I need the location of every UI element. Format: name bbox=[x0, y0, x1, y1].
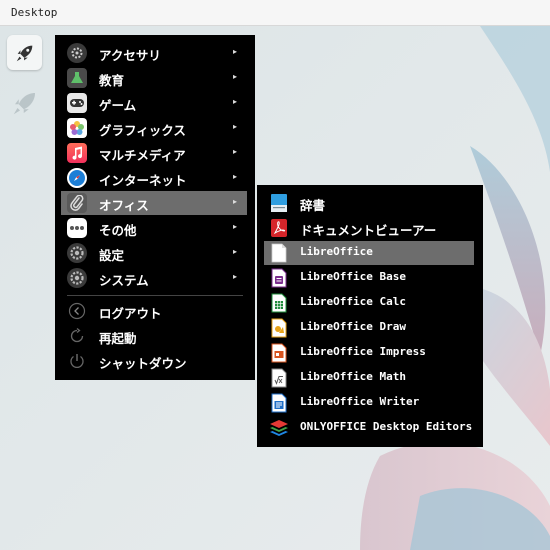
submenu-item-label: ドキュメントビューアー bbox=[300, 223, 437, 238]
libreoffice-draw-icon bbox=[269, 318, 289, 338]
submenu-item-libreoffice-writer[interactable]: LibreOffice Writer bbox=[264, 391, 474, 415]
multimedia-icon bbox=[67, 143, 87, 163]
menu-item-graphics[interactable]: グラフィックス ▸ bbox=[61, 116, 247, 140]
document-viewer-icon bbox=[269, 218, 289, 238]
menu-item-label: 再起動 bbox=[99, 331, 137, 346]
menu-item-other[interactable]: その他 ▸ bbox=[61, 216, 247, 240]
system-icon bbox=[67, 268, 87, 288]
logout-icon bbox=[67, 301, 87, 321]
submenu-item-label: 辞書 bbox=[300, 198, 326, 213]
dictionary-icon bbox=[269, 193, 289, 213]
graphics-icon bbox=[67, 118, 87, 138]
libreoffice-calc-icon bbox=[269, 293, 289, 313]
libreoffice-impress-icon bbox=[269, 343, 289, 363]
submenu-item-dictionary[interactable]: 辞書 bbox=[264, 191, 474, 215]
submenu-item-libreoffice-base[interactable]: LibreOffice Base bbox=[264, 266, 474, 290]
menu-item-label: システム bbox=[99, 273, 149, 288]
menu-item-label: アクセサリ bbox=[99, 48, 161, 63]
submenu-arrow-icon: ▸ bbox=[232, 272, 237, 281]
settings-icon bbox=[67, 243, 87, 263]
submenu-item-label: LibreOffice Writer bbox=[300, 395, 420, 408]
menu-separator bbox=[67, 295, 243, 296]
menu-item-internet[interactable]: インターネット ▸ bbox=[61, 166, 247, 190]
restart-icon bbox=[67, 326, 87, 346]
menu-item-label: シャットダウン bbox=[99, 356, 187, 371]
menu-item-accessories[interactable]: アクセサリ ▸ bbox=[61, 41, 247, 65]
title-bar: Desktop bbox=[0, 0, 550, 26]
submenu-item-label: LibreOffice bbox=[300, 245, 373, 258]
education-icon bbox=[67, 68, 87, 88]
menu-item-label: ゲーム bbox=[99, 98, 137, 113]
menu-item-games[interactable]: ゲーム ▸ bbox=[61, 91, 247, 115]
submenu-item-libreoffice-calc[interactable]: LibreOffice Calc bbox=[264, 291, 474, 315]
submenu-item-onlyoffice[interactable]: ONLYOFFICE Desktop Editors bbox=[264, 416, 474, 440]
internet-icon bbox=[67, 168, 87, 188]
menu-item-settings[interactable]: 設定 ▸ bbox=[61, 241, 247, 265]
submenu-item-label: LibreOffice Draw bbox=[300, 320, 406, 333]
submenu-item-label: ONLYOFFICE Desktop Editors bbox=[300, 420, 473, 433]
submenu-item-libreoffice-impress[interactable]: LibreOffice Impress bbox=[264, 341, 474, 365]
libreoffice-math-icon bbox=[269, 368, 289, 388]
submenu-arrow-icon: ▸ bbox=[232, 147, 237, 156]
submenu-arrow-icon: ▸ bbox=[232, 122, 237, 131]
submenu-arrow-icon: ▸ bbox=[232, 72, 237, 81]
submenu-item-label: LibreOffice Calc bbox=[300, 295, 406, 308]
games-icon bbox=[67, 93, 87, 113]
onlyoffice-icon bbox=[269, 418, 289, 438]
menu-item-label: オフィス bbox=[99, 198, 149, 213]
submenu-item-libreoffice[interactable]: LibreOffice bbox=[264, 241, 474, 265]
submenu-item-document-viewer[interactable]: ドキュメントビューアー bbox=[264, 216, 474, 240]
office-icon bbox=[67, 193, 87, 213]
submenu-item-label: LibreOffice Impress bbox=[300, 345, 426, 358]
launcher-ghost bbox=[7, 85, 42, 120]
menu-item-label: 教育 bbox=[99, 73, 125, 88]
libreoffice-icon bbox=[269, 243, 289, 263]
menu-item-label: インターネット bbox=[99, 173, 187, 188]
menu-item-logout[interactable]: ログアウト bbox=[61, 299, 247, 323]
menu-item-office[interactable]: オフィス ▸ bbox=[61, 191, 247, 215]
menu-item-label: マルチメディア bbox=[99, 148, 186, 163]
submenu-item-libreoffice-math[interactable]: LibreOffice Math bbox=[264, 366, 474, 390]
accessories-icon bbox=[67, 43, 87, 63]
menu-item-restart[interactable]: 再起動 bbox=[61, 324, 247, 348]
menu-item-education[interactable]: 教育 ▸ bbox=[61, 66, 247, 90]
shutdown-icon bbox=[67, 351, 87, 371]
submenu-arrow-icon: ▸ bbox=[232, 172, 237, 181]
submenu-item-label: LibreOffice Math bbox=[300, 370, 406, 383]
office-submenu: 辞書 ドキュメントビューアー LibreOffice LibreOffice B… bbox=[257, 185, 483, 447]
menu-item-label: 設定 bbox=[99, 248, 125, 263]
submenu-item-libreoffice-draw[interactable]: LibreOffice Draw bbox=[264, 316, 474, 340]
menu-item-multimedia[interactable]: マルチメディア ▸ bbox=[61, 141, 247, 165]
submenu-arrow-icon: ▸ bbox=[232, 247, 237, 256]
main-menu: アクセサリ ▸ 教育 ▸ ゲーム ▸ グラフィックス ▸ マルチメディア ▸ イ… bbox=[55, 35, 255, 380]
menu-item-label: グラフィックス bbox=[99, 123, 186, 138]
window-title: Desktop bbox=[11, 6, 58, 19]
submenu-arrow-icon: ▸ bbox=[232, 47, 237, 56]
launcher-button[interactable] bbox=[7, 35, 42, 70]
menu-item-shutdown[interactable]: シャットダウン bbox=[61, 349, 247, 373]
menu-item-label: ログアウト bbox=[99, 306, 162, 321]
libreoffice-base-icon bbox=[269, 268, 289, 288]
libreoffice-writer-icon bbox=[269, 393, 289, 413]
submenu-arrow-icon: ▸ bbox=[232, 222, 237, 231]
menu-item-system[interactable]: システム ▸ bbox=[61, 266, 247, 290]
submenu-item-label: LibreOffice Base bbox=[300, 270, 406, 283]
other-icon bbox=[67, 218, 87, 238]
submenu-arrow-icon: ▸ bbox=[232, 97, 237, 106]
submenu-arrow-icon: ▸ bbox=[232, 197, 237, 206]
rocket-icon bbox=[13, 92, 35, 114]
menu-item-label: その他 bbox=[99, 223, 137, 238]
rocket-icon bbox=[16, 45, 32, 61]
